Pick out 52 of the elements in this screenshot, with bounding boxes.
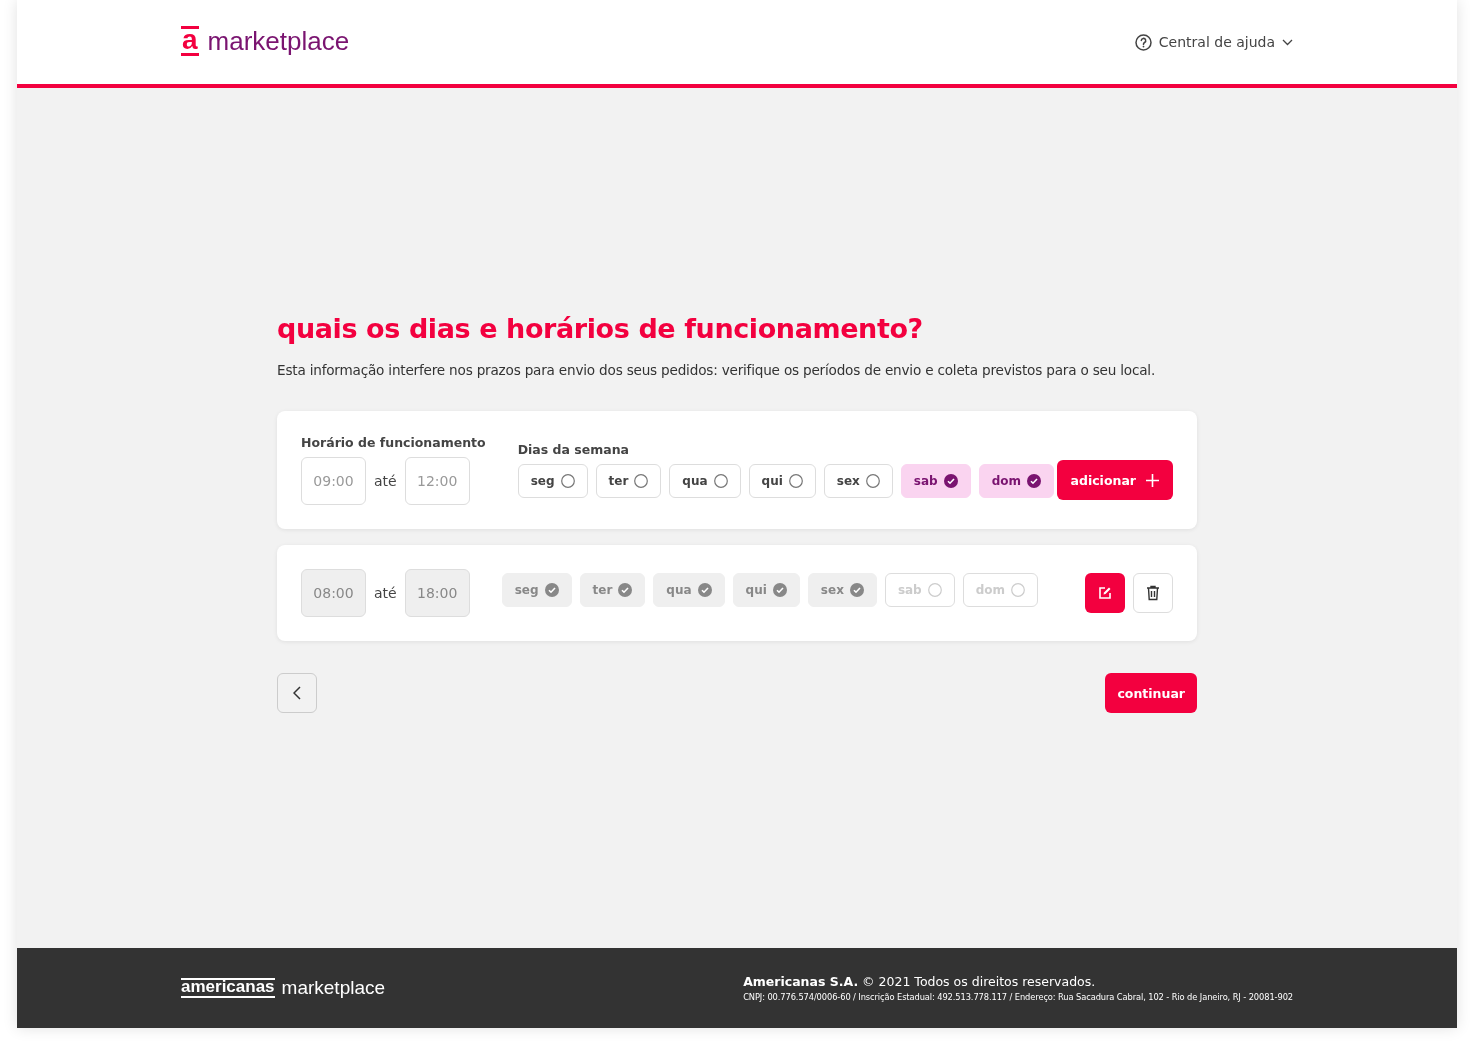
edit-button[interactable] <box>1085 573 1125 613</box>
chevron-icon <box>1282 38 1293 46</box>
page-title: quais os dias e horários de funcionamento? <box>277 313 924 344</box>
separator-text: até <box>374 473 397 489</box>
hours-label: Horário de funcionamento <box>301 435 486 450</box>
check-circle-icon <box>943 474 958 488</box>
empty-circle-icon <box>788 474 803 488</box>
separator-text: até <box>374 585 397 601</box>
edit-icon <box>1098 586 1112 600</box>
start-time-field[interactable]: 09:00 <box>301 457 366 505</box>
day-toggle[interactable]: sex <box>807 572 877 607</box>
empty-circle-icon <box>713 474 728 488</box>
continue-button[interactable]: continuar <box>1105 673 1197 713</box>
plus-icon <box>1146 473 1159 487</box>
help-menu-button[interactable]: Central de ajuda <box>1134 33 1293 51</box>
check-circle-icon <box>544 582 559 597</box>
day-toggle[interactable]: dom <box>978 464 1054 498</box>
add-button[interactable]: adicionar <box>1056 460 1173 500</box>
check-circle-icon <box>697 582 712 597</box>
copyright-text: Americanas S.A. © 2021 Todos os direitos reservados. <box>743 974 1097 989</box>
logo-mark: a <box>181 26 199 56</box>
empty-circle-icon <box>634 474 649 488</box>
day-toggle[interactable]: ter <box>595 464 662 498</box>
delete-button[interactable] <box>1133 573 1173 613</box>
empty-circle-icon <box>927 582 942 597</box>
day-toggle[interactable]: sab <box>900 464 971 498</box>
day-toggle[interactable]: seg <box>517 464 588 498</box>
footer-logo-text: marketplace <box>281 977 386 999</box>
logo-text: marketplace <box>207 25 350 57</box>
day-toggle[interactable]: qua <box>653 572 725 607</box>
day-toggle[interactable]: qui <box>748 464 816 498</box>
help-icon <box>1134 33 1152 51</box>
empty-circle-icon <box>1011 582 1026 597</box>
legal-text: CNPJ: 00.776.574/0006-60 / Inscrição Estadual: 492.513.778.117 / Endereço: Rua Sacadura Cabral, 102 - Rio de Janeiro, RJ - 20081-902 <box>743 992 1293 1002</box>
page-description: Esta informação interfere nos prazos para envio dos seus pedidos: verifique os períodos de envio e coleta previstos para o seu local. <box>277 362 1157 378</box>
day-toggle[interactable]: seg <box>501 572 572 607</box>
check-circle-icon <box>849 582 864 597</box>
day-toggle[interactable]: ter <box>579 572 646 607</box>
back-button[interactable] <box>277 673 317 713</box>
footer-logo-brand: americanas <box>181 978 275 998</box>
end-time-field[interactable]: 12:00 <box>404 457 470 505</box>
day-toggle[interactable]: qui <box>732 572 800 607</box>
empty-circle-icon <box>865 474 880 488</box>
check-circle-icon <box>1027 474 1041 488</box>
check-circle-icon <box>772 582 787 597</box>
days-label: Dias da semana <box>517 442 630 457</box>
chevron-left-icon <box>293 686 301 700</box>
empty-circle-icon <box>560 474 575 488</box>
trash-icon <box>1146 585 1160 601</box>
day-toggle[interactable]: qua <box>669 464 741 498</box>
check-circle-icon <box>618 582 633 597</box>
day-toggle[interactable]: sex <box>823 464 893 498</box>
